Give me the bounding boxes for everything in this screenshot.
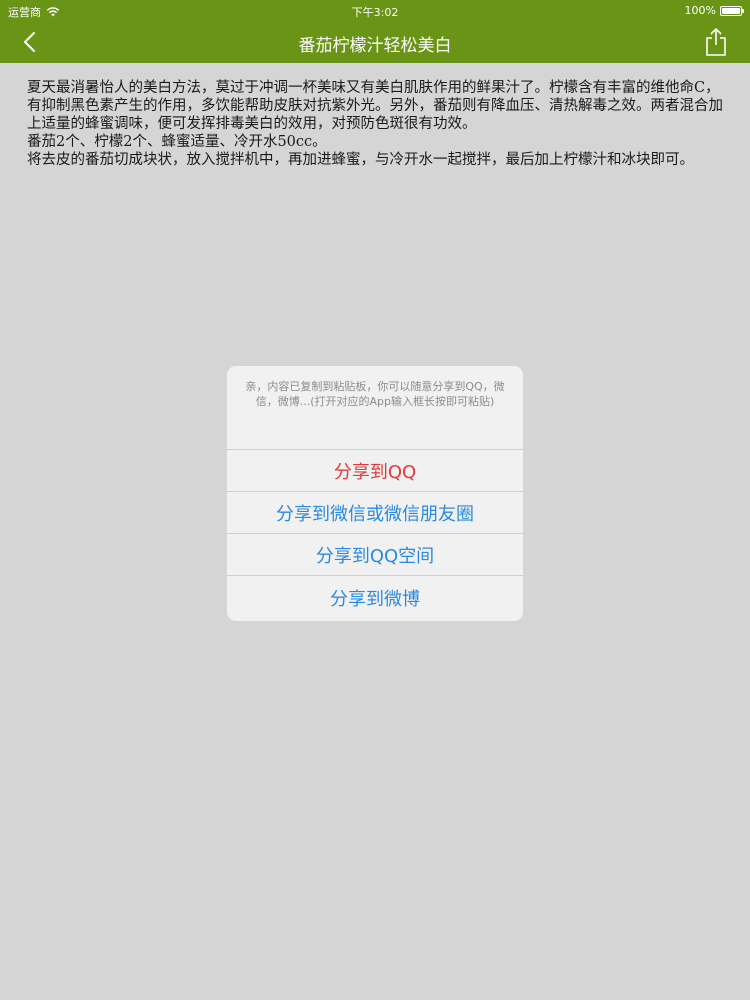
battery-percent: 100%	[684, 4, 716, 17]
article-body: 夏天最消暑怡人的美白方法，莫过于冲调一杯美味又有美白肌肤作用的鲜果汁了。柠檬含有…	[27, 79, 727, 169]
alert-message: 亲，内容已复制到粘贴板，你可以随意分享到QQ，微信，微博...(打开对应的App…	[227, 366, 523, 450]
share-button[interactable]	[702, 26, 730, 58]
share-to-wechat-button[interactable]: 分享到微信或微信朋友圈	[227, 492, 523, 534]
share-to-qzone-button[interactable]: 分享到QQ空间	[227, 534, 523, 576]
status-time: 下午3:02	[351, 6, 399, 19]
share-icon	[706, 28, 726, 56]
status-bar: 运营商 下午3:02 100%	[0, 0, 750, 22]
navigation-bar: 番茄柠檬汁轻松美白	[0, 22, 750, 63]
share-alert: 亲，内容已复制到粘贴板，你可以随意分享到QQ，微信，微博...(打开对应的App…	[227, 366, 523, 621]
article-paragraph-ingredients: 番茄2个、柠檬2个、蜂蜜适量、冷开水50cc。	[27, 134, 327, 150]
page-title: 番茄柠檬汁轻松美白	[298, 36, 452, 56]
battery-icon	[720, 5, 744, 16]
top-bar: 运营商 下午3:02 100% 番茄柠檬汁轻松美白	[0, 0, 750, 63]
battery-group: 100%	[684, 4, 744, 17]
article-paragraph-intro: 夏天最消暑怡人的美白方法，莫过于冲调一杯美味又有美白肌肤作用的鲜果汁了。柠檬含有…	[27, 80, 723, 132]
share-to-weibo-button[interactable]: 分享到微博	[227, 576, 523, 620]
article-paragraph-method: 将去皮的番茄切成块状，放入搅拌机中，再加进蜂蜜，与冷开水一起搅拌，最后加上柠檬汁…	[27, 152, 694, 168]
share-to-qq-button[interactable]: 分享到QQ	[227, 450, 523, 492]
